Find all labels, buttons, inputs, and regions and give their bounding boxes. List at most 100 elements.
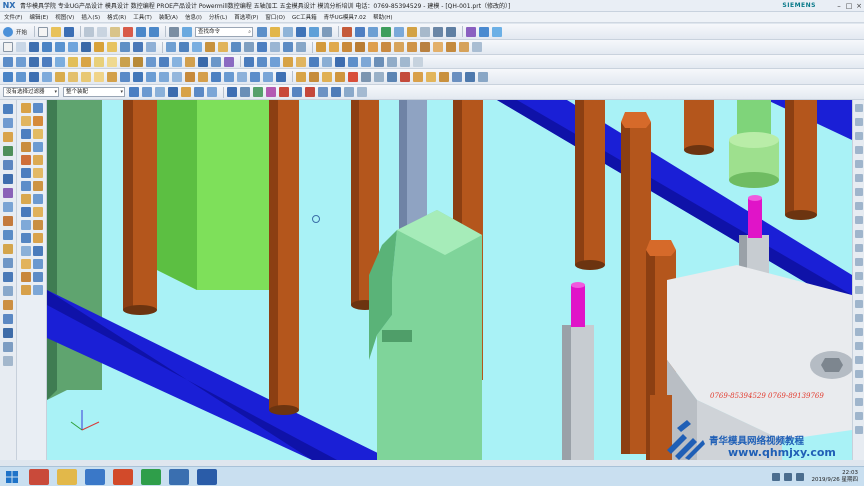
repeat-command-icon[interactable] bbox=[169, 26, 180, 37]
help-icon[interactable] bbox=[478, 71, 488, 82]
copy-icon[interactable] bbox=[97, 26, 108, 37]
right-tool-icon[interactable] bbox=[854, 356, 863, 364]
right-tool-icon[interactable] bbox=[854, 384, 863, 392]
right-tool-icon[interactable] bbox=[854, 286, 863, 294]
mold-tool-6-icon[interactable] bbox=[32, 129, 43, 139]
mold-tool-25-icon[interactable] bbox=[20, 259, 31, 269]
new-file-icon[interactable] bbox=[38, 26, 49, 37]
process-studio-icon[interactable] bbox=[3, 216, 13, 226]
command-search-input[interactable]: 查找命令 ⌕ bbox=[195, 26, 254, 37]
mold-tool-24-icon[interactable] bbox=[32, 246, 43, 256]
feature-icon[interactable] bbox=[466, 26, 477, 37]
right-tool-icon[interactable] bbox=[854, 370, 863, 378]
scale-icon[interactable] bbox=[185, 71, 195, 82]
deselect-icon[interactable] bbox=[155, 87, 165, 97]
system-scenes-icon[interactable] bbox=[3, 258, 13, 268]
axis-icon[interactable] bbox=[263, 71, 273, 82]
right-tool-icon[interactable] bbox=[854, 202, 863, 210]
plane-icon[interactable] bbox=[250, 71, 260, 82]
intersect-icon[interactable] bbox=[192, 42, 202, 52]
slider-icon[interactable] bbox=[433, 42, 443, 52]
right-tool-icon[interactable] bbox=[854, 146, 863, 154]
reorder-icon[interactable] bbox=[42, 71, 52, 82]
menu-analysis[interactable]: 分析(L) bbox=[209, 13, 227, 21]
history-icon[interactable] bbox=[3, 188, 13, 198]
array-icon[interactable] bbox=[211, 71, 221, 82]
measure-icon[interactable] bbox=[407, 26, 418, 37]
workpiece-icon[interactable] bbox=[368, 42, 378, 52]
mold-wizard-icon[interactable] bbox=[316, 42, 326, 52]
clock[interactable]: 22:03 2019/9/26 星期四 bbox=[812, 470, 858, 484]
wrench-icon[interactable] bbox=[413, 71, 423, 82]
pattern-face-icon[interactable] bbox=[296, 56, 306, 67]
menu-gc-toolkit[interactable]: GC工具箱 bbox=[292, 13, 317, 21]
start-button[interactable] bbox=[3, 468, 21, 486]
parting-icon[interactable] bbox=[309, 71, 319, 82]
menu-window[interactable]: 窗口(O) bbox=[265, 13, 285, 21]
thicken-icon[interactable] bbox=[244, 42, 254, 52]
arc-center-icon[interactable] bbox=[292, 87, 302, 97]
drafting-icon[interactable] bbox=[387, 71, 397, 82]
mirror-icon[interactable] bbox=[198, 71, 208, 82]
layer-icon[interactable] bbox=[270, 26, 281, 37]
mold-init-icon[interactable] bbox=[329, 42, 339, 52]
mold-csys-icon[interactable] bbox=[342, 42, 352, 52]
fit-icon[interactable] bbox=[309, 26, 320, 37]
menu-tools[interactable]: 工具(T) bbox=[133, 13, 152, 21]
right-tool-icon[interactable] bbox=[854, 230, 863, 238]
tools-icon[interactable] bbox=[3, 300, 13, 310]
input-method-icon[interactable] bbox=[795, 472, 804, 481]
maximize-button[interactable]: □ bbox=[844, 0, 854, 12]
intersect-curve-icon[interactable] bbox=[211, 56, 221, 67]
intersection-icon[interactable] bbox=[279, 87, 289, 97]
mid-point-icon[interactable] bbox=[253, 87, 263, 97]
minimize-button[interactable]: – bbox=[834, 0, 844, 12]
replace-face-icon[interactable] bbox=[244, 56, 254, 67]
menu-format[interactable]: 格式(R) bbox=[107, 13, 126, 21]
mold-tool-18-icon[interactable] bbox=[32, 207, 43, 217]
mold-tool-2-icon[interactable] bbox=[32, 103, 43, 113]
snap-icon[interactable] bbox=[227, 87, 237, 97]
offset-face-icon[interactable] bbox=[231, 42, 241, 52]
model-scene[interactable] bbox=[47, 100, 852, 460]
block-icon[interactable] bbox=[29, 42, 39, 52]
manufacturing-wizard-icon[interactable] bbox=[3, 230, 13, 240]
right-tool-icon[interactable] bbox=[854, 132, 863, 140]
dimension-icon[interactable] bbox=[361, 71, 371, 82]
control-point-icon[interactable] bbox=[266, 87, 276, 97]
settings-icon[interactable] bbox=[413, 56, 423, 67]
mold-tool-1-icon[interactable] bbox=[20, 103, 31, 113]
mold-tool-4-icon[interactable] bbox=[32, 116, 43, 126]
wireframe-icon[interactable] bbox=[368, 26, 379, 37]
groove-icon[interactable] bbox=[146, 42, 156, 52]
sketch-icon[interactable] bbox=[479, 26, 490, 37]
render-style-icon[interactable] bbox=[342, 26, 353, 37]
pocket-icon[interactable] bbox=[120, 42, 130, 52]
ejector-pin-icon[interactable] bbox=[420, 42, 430, 52]
mold-tool-26-icon[interactable] bbox=[32, 259, 43, 269]
layers-icon[interactable] bbox=[3, 286, 13, 296]
face-select-icon[interactable] bbox=[194, 87, 204, 97]
menu-mold-plugin[interactable]: 青华UG模具7.02 bbox=[324, 13, 367, 21]
update-icon[interactable] bbox=[120, 71, 130, 82]
undo-icon[interactable] bbox=[136, 26, 147, 37]
chat-icon[interactable] bbox=[113, 468, 133, 485]
menu-insert[interactable]: 插入(S) bbox=[81, 13, 100, 21]
mold-tool-icon[interactable] bbox=[296, 71, 306, 82]
linked-body-icon[interactable] bbox=[374, 56, 384, 67]
info-icon[interactable] bbox=[3, 342, 13, 352]
cooling-icon[interactable] bbox=[472, 42, 482, 52]
part-navigator-icon[interactable] bbox=[3, 104, 13, 114]
datum-icon[interactable] bbox=[16, 42, 26, 52]
right-tool-icon[interactable] bbox=[854, 314, 863, 322]
stop-icon[interactable] bbox=[400, 71, 410, 82]
cavity-layout-icon[interactable] bbox=[381, 42, 391, 52]
cylinder-icon[interactable] bbox=[42, 42, 52, 52]
region-icon[interactable] bbox=[322, 71, 332, 82]
right-tool-icon[interactable] bbox=[854, 272, 863, 280]
copy-object-icon[interactable] bbox=[224, 71, 234, 82]
edit-parameter-icon[interactable] bbox=[16, 71, 26, 82]
show-icon[interactable] bbox=[433, 26, 444, 37]
menu-edit[interactable]: 编辑(E) bbox=[29, 13, 48, 21]
extract-geometry-icon[interactable] bbox=[335, 56, 345, 67]
